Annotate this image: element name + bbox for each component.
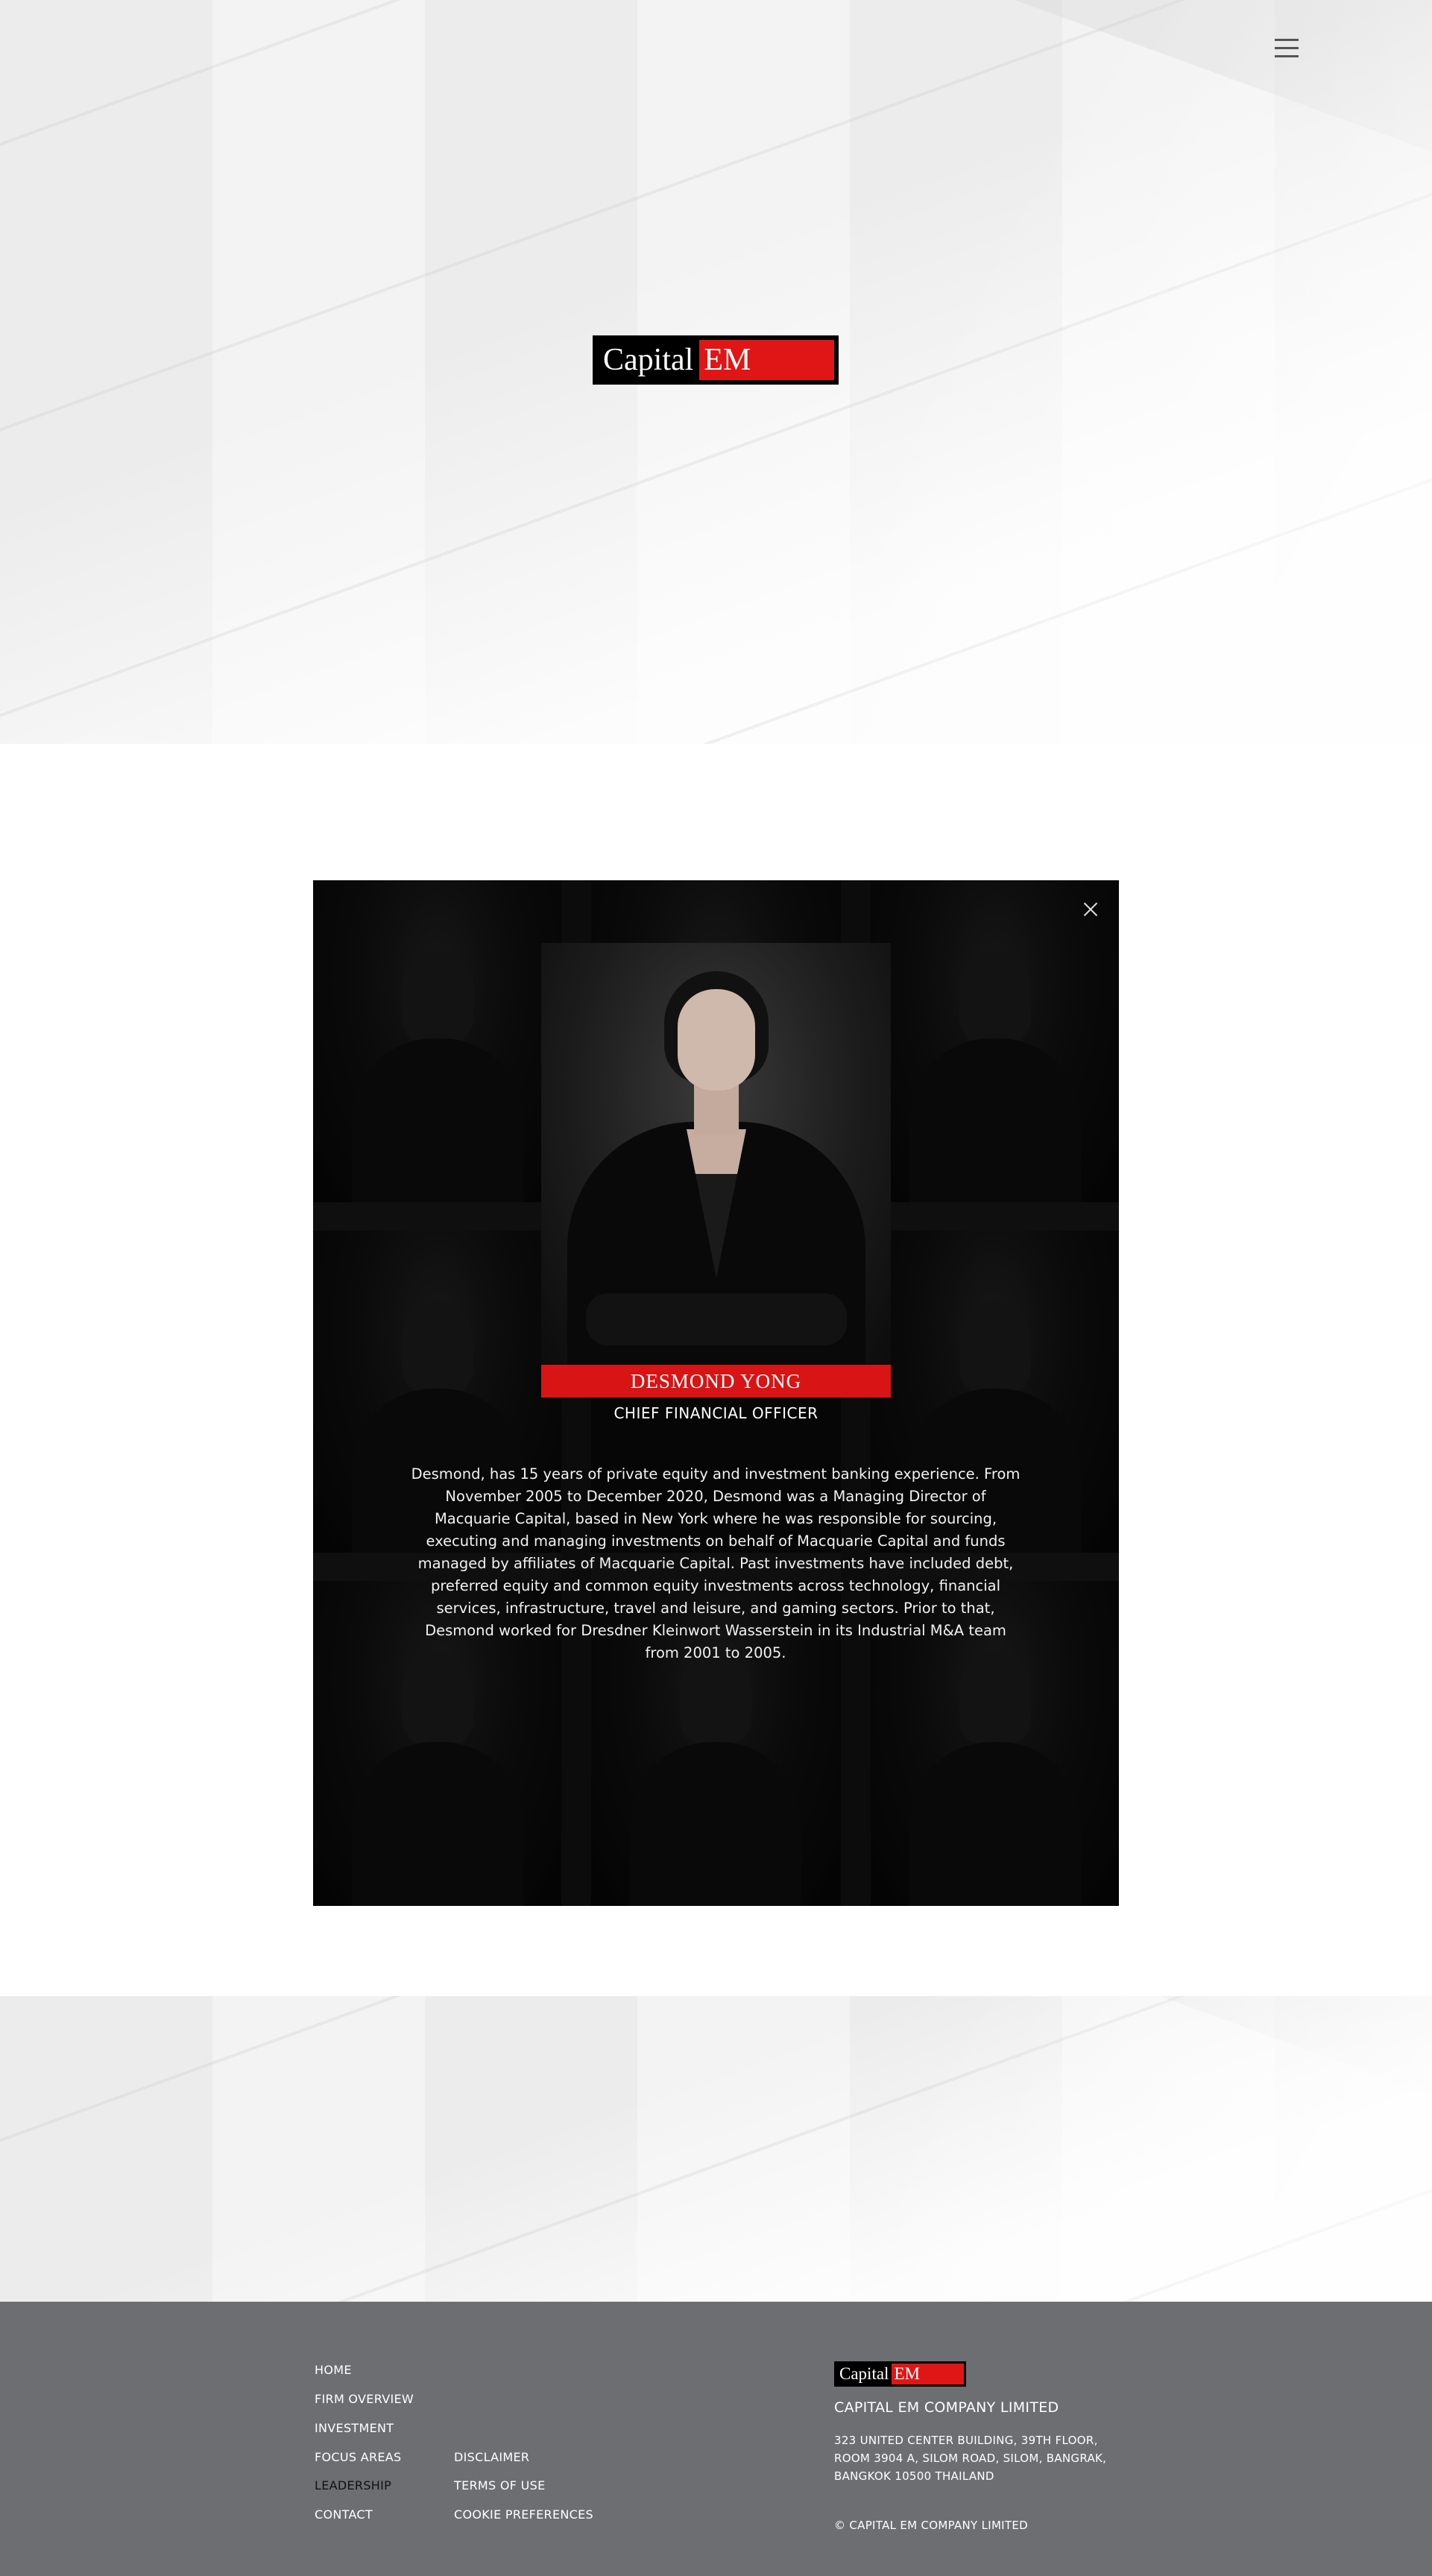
copyright: © CAPITAL EM COMPANY LIMITED <box>834 2519 1029 2532</box>
footer-link-leadership[interactable]: LEADERSHIP <box>315 2478 391 2493</box>
decorative-band <box>0 1996 1432 2302</box>
address-line: ROOM 3904 A, SILOM ROAD, SILOM, BANGRAK, <box>834 2452 1107 2465</box>
leader-profile-modal: DESMOND YONG CHIEF FINANCIAL OFFICER Des… <box>313 880 1119 1906</box>
site-logo[interactable]: Capital EM <box>593 335 839 385</box>
address-line: BANGKOK 10500 THAILAND <box>834 2469 994 2483</box>
leader-name: DESMOND YONG <box>541 1365 891 1398</box>
footer-link-cookie-preferences[interactable]: COOKIE PREFERENCES <box>454 2507 593 2522</box>
company-name: CAPITAL EM COMPANY LIMITED <box>834 2399 1059 2416</box>
footer-link-terms[interactable]: TERMS OF USE <box>454 2478 546 2493</box>
site-footer: HOME FIRM OVERVIEW INVESTMENT FOCUS AREA… <box>0 2302 1432 2576</box>
close-icon[interactable] <box>1079 898 1102 921</box>
footer-link-home[interactable]: HOME <box>315 2363 352 2377</box>
logo-text-em: EM <box>892 2364 964 2384</box>
leader-title: CHIEF FINANCIAL OFFICER <box>614 1404 818 1422</box>
logo-text-capital: Capital <box>603 343 694 377</box>
footer-link-contact[interactable]: CONTACT <box>315 2507 373 2522</box>
logo-text-capital: Capital <box>839 2364 889 2383</box>
leader-bio: Desmond, has 15 years of private equity … <box>411 1465 1021 1661</box>
logo-text-em: EM <box>699 340 834 380</box>
footer-link-disclaimer[interactable]: DISCLAIMER <box>454 2450 529 2464</box>
footer-link-firm-overview[interactable]: FIRM OVERVIEW <box>315 2392 414 2406</box>
leader-portrait <box>541 943 891 1365</box>
footer-logo[interactable]: Capital EM <box>834 2361 966 2387</box>
address-line: 323 UNITED CENTER BUILDING, 39TH FLOOR, <box>834 2434 1098 2447</box>
hamburger-menu-icon[interactable] <box>1272 36 1302 61</box>
footer-link-investment[interactable]: INVESTMENT <box>315 2421 394 2435</box>
footer-link-focus-areas[interactable]: FOCUS AREAS <box>315 2450 402 2464</box>
